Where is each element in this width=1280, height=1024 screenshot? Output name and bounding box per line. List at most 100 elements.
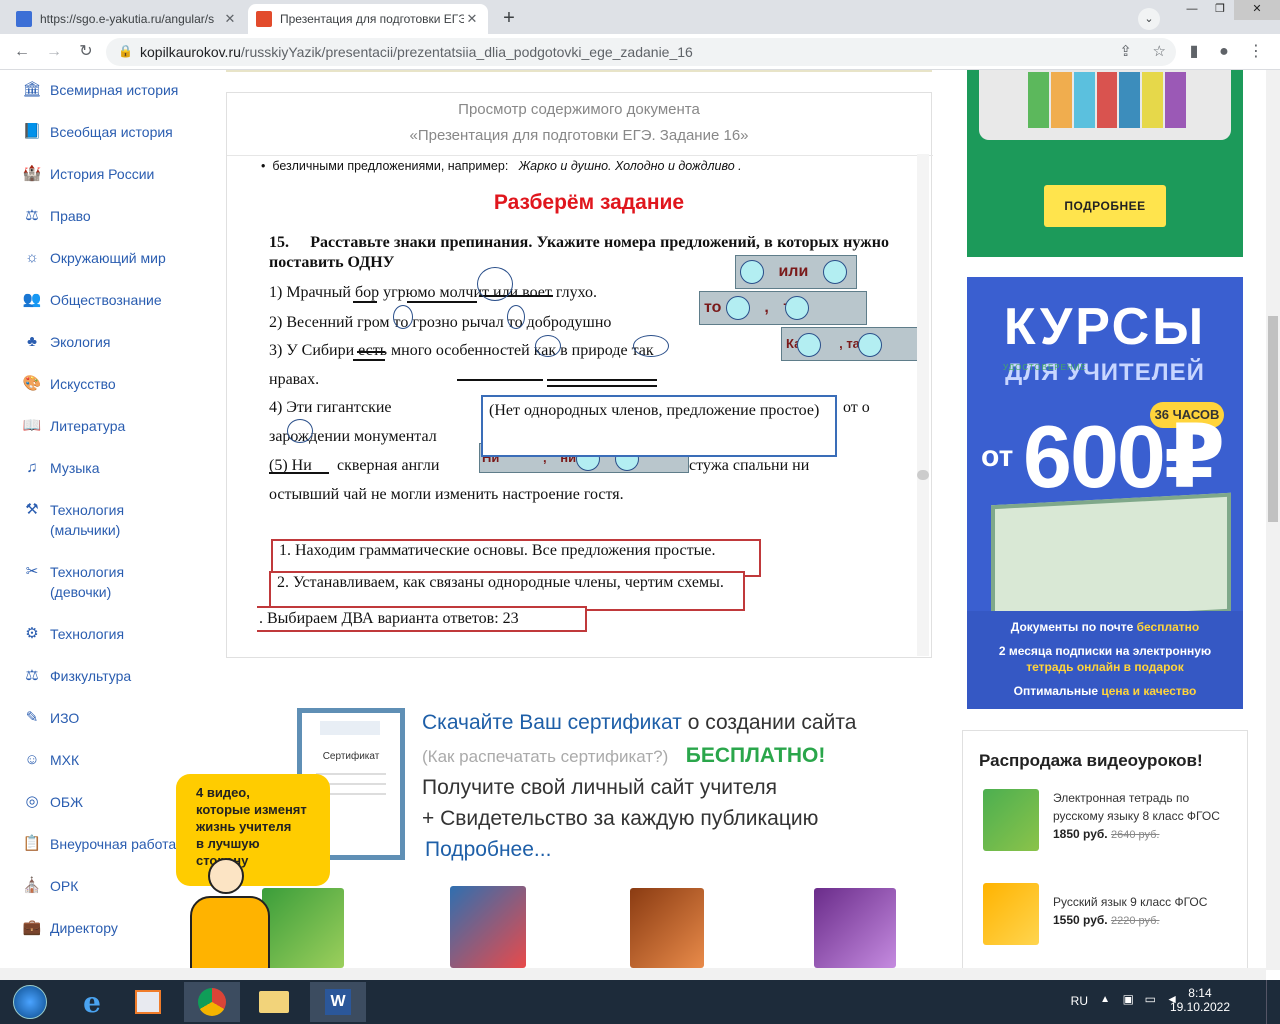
sentence-2: 2) Весенний гром то грозно рычал то добр… [269,314,612,331]
sidebar-item[interactable]: 📖 Литература [22,416,126,436]
book-open-icon: 📖 [22,417,42,434]
product-box[interactable] [814,888,896,968]
language-indicator[interactable]: RU [1071,994,1088,1008]
product-box[interactable] [630,888,704,968]
sidebar-item-label: МХК [50,752,80,768]
sidebar-item[interactable]: ◎ ОБЖ [22,792,83,812]
word-icon[interactable]: W [310,982,366,1022]
network-icon[interactable]: ▣ [1123,992,1134,1006]
sidebar-item[interactable]: ⚒ Технология (мальчики) [22,500,124,540]
product-price: 1850 руб. [1053,827,1108,841]
download-cert-link[interactable]: Скачайте Ваш сертификат [422,711,682,734]
viewer-scrollbar[interactable] [917,154,929,656]
how-to-print-link[interactable]: (Как распечатать сертификат?) [422,747,668,766]
product-box[interactable] [450,886,526,968]
restore-icon[interactable]: ❐ [1206,0,1234,20]
underline-mark [457,379,543,381]
horizontal-scrollbar[interactable] [0,968,1266,980]
people-icon: 👥 [22,291,42,308]
sidebar-item[interactable]: 📋 Внеурочная работа [22,834,177,854]
close-window-icon[interactable]: ✕ [1234,0,1280,20]
product-price: 1550 руб. [1053,913,1108,927]
show-desktop-button[interactable] [1266,980,1280,1024]
explorer-folder-icon[interactable] [246,982,302,1022]
tray-up-arrow-icon[interactable]: ▲ [1100,994,1110,1005]
sentence-3: 3) У Сибири есть много особенностей как … [269,342,654,359]
sidebar-item[interactable]: 🏛 Всемирная история [22,80,178,100]
sidebar-item[interactable]: ☺ МХК [22,750,79,770]
menu-kebab-icon[interactable]: ⋮ [1244,40,1268,64]
sidebar-item[interactable]: ☼ Окружающий мир [22,248,166,268]
page-scroll-thumb[interactable] [1268,316,1278,522]
sidebar-item[interactable]: 👥 Обществознание [22,290,162,310]
notebook-ad-banner[interactable]: ПОДРОБНЕЕ [967,70,1243,257]
sidebar-item[interactable]: ⚖ Право [22,206,90,226]
back-arrow-icon[interactable]: ← [10,40,34,64]
sidebar-item[interactable]: ⛪ ОРК [22,876,79,896]
tab-sgo[interactable]: https://sgo.e-yakutia.ru/angular/s ✕ [8,4,246,34]
sidebar-item[interactable]: ✂ Технология (девочки) [22,562,124,602]
tab-presentation[interactable]: Презентация для подготовки ЕГЭ ✕ [248,4,488,34]
laptop-image [979,70,1231,140]
page-scrollbar[interactable] [1266,70,1280,970]
underline-mark [269,472,329,474]
sidebar-item[interactable]: 💼 Директору [22,918,118,938]
ie-icon[interactable]: e [64,982,120,1022]
sentence-3-cont: нравах. [269,371,320,388]
comma-dot-icon [822,259,847,284]
display-icon[interactable]: ▭ [1145,992,1156,1006]
product-name[interactable]: Электронная тетрадь по русскому языку 8 … [1053,789,1233,825]
brush-icon: ✎ [25,709,39,726]
sidebar-item[interactable]: ✎ ИЗО [22,708,80,728]
video-sale-panel: Распродажа видеоуроков! Электронная тетр… [962,730,1248,970]
church-icon: ⛪ [22,877,42,894]
courses-ad-banner[interactable]: КУРСЫ ДЛЯ УЧИТЕЛЕЙ 36 ЧАСОВ от 600₽ УДОС… [967,277,1243,709]
sidebar-item-label: Физкультура [50,668,132,684]
chrome-icon[interactable] [184,982,240,1022]
sidebar-item-label: Технология (мальчики) [50,502,125,538]
leaf-icon: ♣ [27,333,37,350]
comma-oval [287,419,313,443]
clock-date[interactable]: 19.10.2022 [1170,1000,1230,1014]
close-tab-icon[interactable]: ✕ [222,11,238,27]
hammer-icon: ⚖ [25,207,39,224]
browser-tab-strip: https://sgo.e-yakutia.ru/angular/s ✕ Пре… [0,0,1280,34]
sentence-4: 4) Эти гигантские [269,399,392,416]
clock-time[interactable]: 8:14 [1170,986,1230,1000]
media-player-icon[interactable] [120,982,176,1022]
new-tab-button[interactable]: + [496,6,522,32]
sidebar-item[interactable]: 📘 Всеобщая история [22,122,173,142]
side-panel-icon[interactable]: ▮ [1182,40,1206,64]
sidebar-item-label: ОБЖ [50,794,84,810]
comma-dot-icon [785,295,810,320]
sgo-favicon-icon [16,11,32,27]
scissors-icon: ✂ [25,563,39,580]
product-thumbnail[interactable] [983,789,1039,851]
sidebar-item[interactable]: ⚖ Физкультура [22,666,131,686]
sidebar-item[interactable]: ♣ Экология [22,332,110,352]
sun-icon: ☼ [25,249,39,266]
close-tab-icon[interactable]: ✕ [464,11,480,27]
more-button[interactable]: ПОДРОБНЕЕ [1044,185,1166,227]
start-button[interactable] [2,982,58,1022]
sidebar-item-label: Технология [50,626,125,642]
product-thumbnail[interactable] [983,883,1039,945]
minimize-icon[interactable]: — [1178,0,1206,20]
profile-avatar-icon[interactable]: ● [1212,40,1236,64]
bookmark-star-icon[interactable]: ☆ [1153,42,1166,60]
sidebar-item-label: Музыка [50,460,100,476]
product-name[interactable]: Русский язык 9 класс ФГОС [1053,893,1233,911]
more-link[interactable]: Подробнее... [425,838,551,861]
sidebar-item[interactable]: 🎨 Искусство [22,374,116,394]
sidebar-item[interactable]: ⚙ Технология [22,624,124,644]
lock-icon[interactable]: 🔒 [118,44,133,58]
viewer-scroll-thumb[interactable] [917,470,929,480]
forward-arrow-icon[interactable]: → [42,40,66,64]
sidebar-item[interactable]: 🏰 История России [22,164,155,184]
sidebar-item[interactable]: ♫ Музыка [22,458,100,478]
tab-search-chevron-icon[interactable]: ⌄ [1138,8,1160,30]
reload-icon[interactable]: ↻ [74,40,98,64]
address-bar[interactable]: 🔒 kopilkaurokov.ru/russkiyYazik/presenta… [106,38,1176,66]
share-icon[interactable]: ⇪ [1119,42,1132,60]
briefcase-icon: 💼 [22,919,42,936]
